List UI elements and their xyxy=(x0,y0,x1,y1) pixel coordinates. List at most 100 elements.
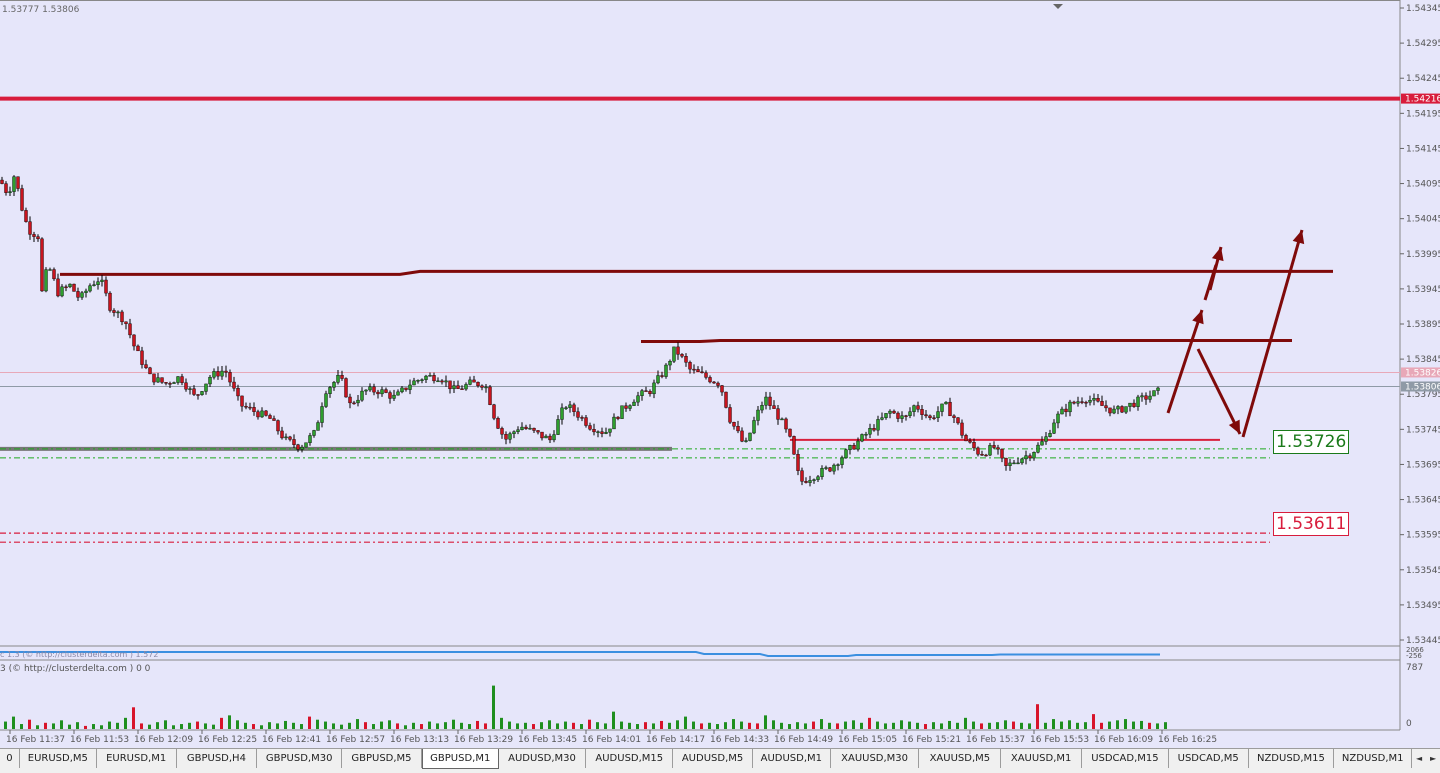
chart-tab-bar: 0 EURUSD,M5 EURUSD,M1 GBPUSD,H4 GBPUSD,M… xyxy=(0,748,1440,773)
candle-body xyxy=(200,391,204,395)
candle xyxy=(40,237,44,292)
tab-xauusd-m30[interactable]: XAUUSD,M30 xyxy=(831,749,920,768)
candle-body xyxy=(276,420,280,432)
candle-body xyxy=(108,292,112,311)
tab-gbpusd-m1[interactable]: GBPUSD,M1 xyxy=(421,749,499,769)
candle xyxy=(724,391,728,409)
candle xyxy=(264,409,268,417)
candle-body xyxy=(360,390,364,401)
candle-body xyxy=(336,375,340,383)
tab-scroll-left-icon[interactable]: ◄ xyxy=(1412,749,1426,768)
tab-audusd-m15[interactable]: AUDUSD,M15 xyxy=(586,749,674,768)
tab-nzdusd-m1[interactable]: NZDUSD,M1 xyxy=(1334,749,1413,768)
tab-nzdusd-m15[interactable]: NZDUSD,M15 xyxy=(1249,749,1335,768)
candle-body xyxy=(4,183,8,193)
candle-body xyxy=(396,391,400,396)
candle-body xyxy=(820,468,824,477)
candle-body xyxy=(648,390,652,395)
candle-body xyxy=(976,447,980,455)
candle-body xyxy=(712,381,716,384)
price-chart[interactable]: 1.54345 1.54295 1.54245 1.54195 1.54145 1.540… xyxy=(0,0,1440,748)
candle-body xyxy=(280,430,284,439)
candle-body xyxy=(216,371,220,377)
candle-body xyxy=(88,285,92,292)
chart-background xyxy=(0,0,1400,748)
candle-body xyxy=(428,375,432,377)
time-tick-label: 16 Feb 13:13 xyxy=(390,735,449,745)
candle-body xyxy=(752,420,756,434)
candle-body xyxy=(1080,401,1084,403)
volume-bar xyxy=(604,723,607,729)
tab-gbpusd-m30[interactable]: GBPUSD,M30 xyxy=(257,749,343,768)
tab-0[interactable]: 0 xyxy=(0,749,20,768)
price-tick-label: 1.53745 xyxy=(1406,425,1440,435)
time-tick-label: 16 Feb 15:05 xyxy=(838,735,897,745)
candle-body xyxy=(480,385,484,388)
volume-bar xyxy=(252,724,255,729)
candle-body xyxy=(416,380,420,382)
candle-body xyxy=(436,380,440,383)
candle-body xyxy=(456,385,460,389)
volume-indicator-label: 3 (© http://clusterdelta.com ) 0 0 xyxy=(0,664,151,674)
volume-bar xyxy=(116,722,119,729)
volume-bar xyxy=(748,722,751,729)
volume-bar xyxy=(1004,720,1007,729)
volume-bar xyxy=(1132,721,1135,729)
tab-usdcad-m5[interactable]: USDCAD,M5 xyxy=(1169,749,1249,768)
chart-window[interactable]: 1.54345 1.54295 1.54245 1.54195 1.54145 1.540… xyxy=(0,0,1440,748)
tab-xauusd-m5[interactable]: XAUUSD,M5 xyxy=(919,749,1002,768)
level-label-green[interactable]: 1.53726 xyxy=(1273,429,1350,454)
candle-body xyxy=(220,370,224,377)
volume-bar xyxy=(148,724,151,729)
candle-body xyxy=(1008,462,1012,466)
tab-audusd-m30[interactable]: AUDUSD,M30 xyxy=(499,749,587,768)
tab-eurusd-m5[interactable]: EURUSD,M5 xyxy=(20,749,97,768)
candle-body xyxy=(904,415,908,417)
tab-scroll-right-icon[interactable]: ► xyxy=(1426,749,1440,768)
candle-body xyxy=(796,453,800,471)
volume-bar xyxy=(548,720,551,729)
candle-body xyxy=(568,404,572,408)
volume-bar xyxy=(620,721,623,729)
tab-usdcad-m15[interactable]: USDCAD,M15 xyxy=(1082,749,1169,768)
time-tick-label: 16 Feb 14:17 xyxy=(646,735,705,745)
candle-body xyxy=(744,440,748,442)
volume-bar xyxy=(428,721,431,729)
candle-body xyxy=(1144,395,1148,400)
candle-body xyxy=(64,286,68,289)
volume-bar xyxy=(76,722,79,729)
volume-bar xyxy=(28,719,31,729)
tab-audusd-m1[interactable]: AUDUSD,M1 xyxy=(753,749,831,768)
volume-bar xyxy=(212,724,215,729)
volume-bar xyxy=(892,722,895,729)
candle-body xyxy=(788,428,792,437)
volume-bar xyxy=(476,720,479,729)
tab-gbpusd-h4[interactable]: GBPUSD,H4 xyxy=(177,749,258,768)
volume-bar xyxy=(356,719,359,729)
price-tick-label: 1.53545 xyxy=(1406,566,1440,576)
candle-body xyxy=(132,334,136,347)
volume-bar xyxy=(316,719,319,729)
candle-body xyxy=(1060,408,1064,415)
candle-body xyxy=(1032,452,1036,459)
level-label-red[interactable]: 1.53611 xyxy=(1273,512,1350,537)
candle-body xyxy=(1124,406,1128,413)
volume-bar xyxy=(652,723,655,729)
volume-bar xyxy=(396,723,399,729)
candle-body xyxy=(828,467,832,472)
tab-eurusd-m1[interactable]: EURUSD,M1 xyxy=(97,749,177,768)
volume-bar xyxy=(924,724,927,729)
candle-body xyxy=(600,431,604,434)
volume-bar xyxy=(772,720,775,729)
tab-xauusd-m1[interactable]: XAUUSD,M1 xyxy=(1001,749,1083,768)
candle-body xyxy=(340,375,344,379)
tab-gbpusd-m5[interactable]: GBPUSD,M5 xyxy=(342,749,422,768)
volume-bar xyxy=(564,721,567,729)
candle-body xyxy=(1048,433,1052,437)
candle xyxy=(620,405,624,419)
candle xyxy=(496,416,500,429)
tab-audusd-m5[interactable]: AUDUSD,M5 xyxy=(673,749,753,768)
candle xyxy=(788,428,792,438)
candle-body xyxy=(1012,462,1016,465)
volume-bar xyxy=(236,720,239,729)
